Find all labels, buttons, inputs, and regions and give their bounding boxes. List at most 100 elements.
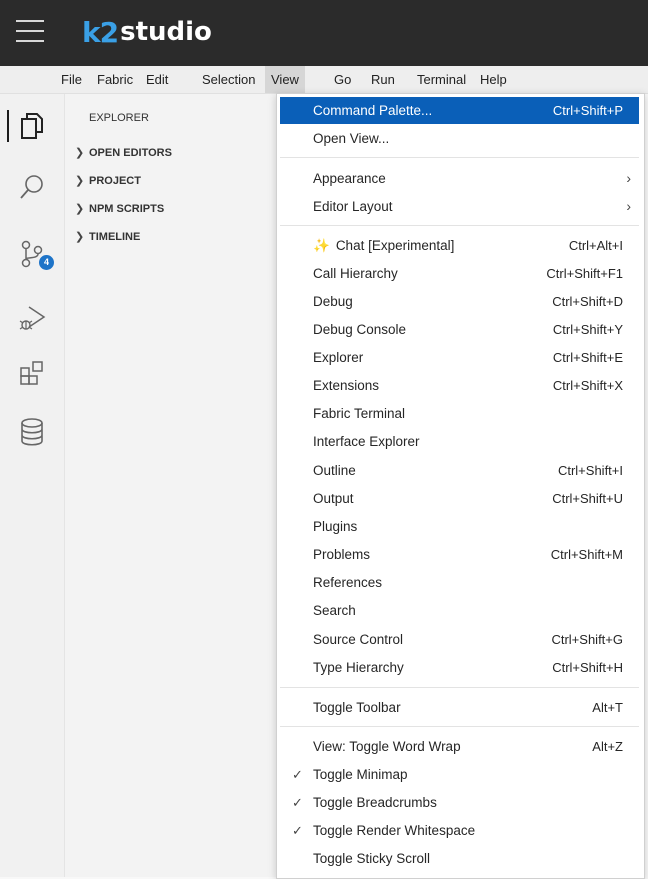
checkmark-icon: ✓ — [292, 823, 303, 838]
run-debug-icon[interactable] — [0, 294, 64, 342]
sparkle-icon: ✨ — [313, 238, 330, 253]
menu-output[interactable]: Output Ctrl+Shift+U — [280, 485, 639, 512]
menu-debug[interactable]: Debug Ctrl+Shift+D — [280, 288, 639, 315]
explorer-files-icon[interactable] — [0, 102, 64, 150]
menu-bar: File Fabric Edit Selection View Go Run T… — [0, 66, 648, 94]
section-label: PROJECT — [89, 175, 141, 187]
menu-toggle-minimap[interactable]: ✓ Toggle Minimap — [280, 761, 639, 788]
menu-run[interactable]: Run — [366, 66, 400, 93]
logo-k2: k2 — [82, 15, 119, 49]
menu-shortcut: Ctrl+Shift+U — [552, 491, 623, 506]
menu-label: Extensions — [313, 378, 380, 393]
menu-toggle-breadcrumbs[interactable]: ✓ Toggle Breadcrumbs — [280, 789, 639, 816]
menu-label: Interface Explorer — [313, 434, 420, 449]
menu-label: View: Toggle Word Wrap — [313, 739, 461, 754]
logo-studio: studio — [120, 17, 212, 47]
source-control-badge: 4 — [39, 255, 54, 270]
menu-label: Toggle Render Whitespace — [313, 823, 476, 838]
menu-label: Debug Console — [313, 322, 407, 337]
k2-studio-logo: k2 studio — [82, 12, 212, 52]
menu-shortcut: Ctrl+Shift+G — [551, 632, 623, 647]
menu-label: Toggle Breadcrumbs — [313, 795, 437, 810]
menu-chat[interactable]: ✨ Chat [Experimental] Ctrl+Alt+I — [280, 232, 639, 259]
section-npm-scripts[interactable]: ❯ NPM SCRIPTS — [75, 199, 164, 219]
menu-source-control[interactable]: Source Control Ctrl+Shift+G — [280, 626, 639, 653]
menu-shortcut: Ctrl+Shift+P — [552, 103, 623, 118]
activity-bar: 4 — [0, 94, 65, 877]
menu-fabric[interactable]: Fabric — [92, 66, 138, 93]
menu-toggle-toolbar[interactable]: Toggle Toolbar Alt+T — [280, 694, 639, 721]
section-timeline[interactable]: ❯ TIMELINE — [75, 227, 140, 247]
chevron-right-icon: ❯ — [75, 231, 85, 243]
menu-interface-explorer[interactable]: Interface Explorer — [280, 428, 639, 455]
menu-label: Outline — [313, 463, 356, 478]
menu-command-palette[interactable]: Command Palette... Ctrl+Shift+P — [280, 97, 639, 124]
menu-type-hierarchy[interactable]: Type Hierarchy Ctrl+Shift+H — [280, 654, 639, 681]
menu-label: Editor Layout — [313, 199, 393, 214]
menu-terminal[interactable]: Terminal — [412, 66, 471, 93]
section-open-editors[interactable]: ❯ OPEN EDITORS — [75, 143, 172, 163]
menu-view[interactable]: View — [265, 66, 305, 93]
menu-toggle-render-whitespace[interactable]: ✓ Toggle Render Whitespace — [280, 817, 639, 844]
menu-help[interactable]: Help — [475, 66, 512, 93]
view-menu-dropdown: Command Palette... Ctrl+Shift+P Open View… — [276, 93, 645, 879]
menu-search[interactable]: Search — [280, 597, 639, 624]
extensions-icon[interactable] — [0, 349, 64, 397]
hamburger-menu-icon[interactable] — [16, 18, 44, 44]
menu-label: Debug — [313, 294, 353, 309]
menu-shortcut: Ctrl+Shift+F1 — [546, 266, 623, 281]
menu-label: Search — [313, 603, 356, 618]
menu-shortcut: Ctrl+Shift+D — [552, 294, 623, 309]
section-label: TIMELINE — [89, 231, 141, 243]
section-project[interactable]: ❯ PROJECT — [75, 171, 141, 191]
menu-call-hierarchy[interactable]: Call Hierarchy Ctrl+Shift+F1 — [280, 260, 639, 287]
menu-shortcut: Ctrl+Shift+I — [557, 463, 623, 478]
explorer-sidebar: EXPLORER ❯ OPEN EDITORS ❯ PROJECT ❯ NPM SCR… — [65, 94, 277, 877]
menu-shortcut: Ctrl+Shift+Y — [552, 322, 623, 337]
menu-label-wrap: ✨ Chat [Experimental] — [313, 232, 454, 259]
menu-label: Explorer — [313, 350, 364, 365]
menu-label: Toggle Toolbar — [313, 700, 401, 715]
chevron-right-icon: ❯ — [75, 203, 85, 215]
menu-debug-console[interactable]: Debug Console Ctrl+Shift+Y — [280, 316, 639, 343]
menu-go[interactable]: Go — [329, 66, 356, 93]
menu-separator — [280, 225, 639, 226]
menu-toggle-sticky-scroll[interactable]: Toggle Sticky Scroll — [280, 845, 639, 872]
menu-editor-layout[interactable]: Editor Layout › — [280, 193, 639, 220]
menu-appearance[interactable]: Appearance › — [280, 165, 639, 192]
menu-separator — [280, 687, 639, 688]
chevron-right-icon: ❯ — [75, 147, 85, 159]
menu-file[interactable]: File — [56, 66, 87, 93]
source-control-icon[interactable]: 4 — [0, 230, 64, 278]
menu-references[interactable]: References — [280, 569, 639, 596]
explorer-title: EXPLORER — [89, 112, 149, 124]
chevron-right-icon: › — [626, 170, 631, 186]
menu-label: Output — [313, 491, 354, 506]
checkmark-icon: ✓ — [292, 795, 303, 810]
menu-toggle-word-wrap[interactable]: View: Toggle Word Wrap Alt+Z — [280, 733, 639, 760]
menu-fabric-terminal[interactable]: Fabric Terminal — [280, 400, 639, 427]
title-bar: k2 studio — [0, 0, 648, 66]
menu-problems[interactable]: Problems Ctrl+Shift+M — [280, 541, 639, 568]
section-label: NPM SCRIPTS — [89, 203, 165, 215]
menu-shortcut: Ctrl+Alt+I — [568, 238, 623, 253]
chevron-right-icon: › — [626, 198, 631, 214]
menu-label: Open View... — [313, 131, 390, 146]
menu-label: Chat [Experimental] — [335, 238, 455, 253]
menu-separator — [280, 157, 639, 158]
menu-shortcut: Ctrl+Shift+M — [550, 547, 623, 562]
search-icon[interactable] — [0, 163, 64, 211]
menu-label: Fabric Terminal — [313, 406, 406, 421]
menu-selection[interactable]: Selection — [197, 66, 260, 93]
menu-label: Problems — [313, 547, 371, 562]
menu-open-view[interactable]: Open View... — [280, 125, 639, 152]
menu-explorer[interactable]: Explorer Ctrl+Shift+E — [280, 344, 639, 371]
menu-label: Toggle Sticky Scroll — [313, 851, 431, 866]
menu-edit[interactable]: Edit — [141, 66, 173, 93]
menu-plugins[interactable]: Plugins — [280, 513, 639, 540]
chevron-right-icon: ❯ — [75, 175, 85, 187]
menu-outline[interactable]: Outline Ctrl+Shift+I — [280, 457, 639, 484]
menu-label: Plugins — [313, 519, 358, 534]
database-icon[interactable] — [0, 408, 64, 456]
menu-extensions[interactable]: Extensions Ctrl+Shift+X — [280, 372, 639, 399]
